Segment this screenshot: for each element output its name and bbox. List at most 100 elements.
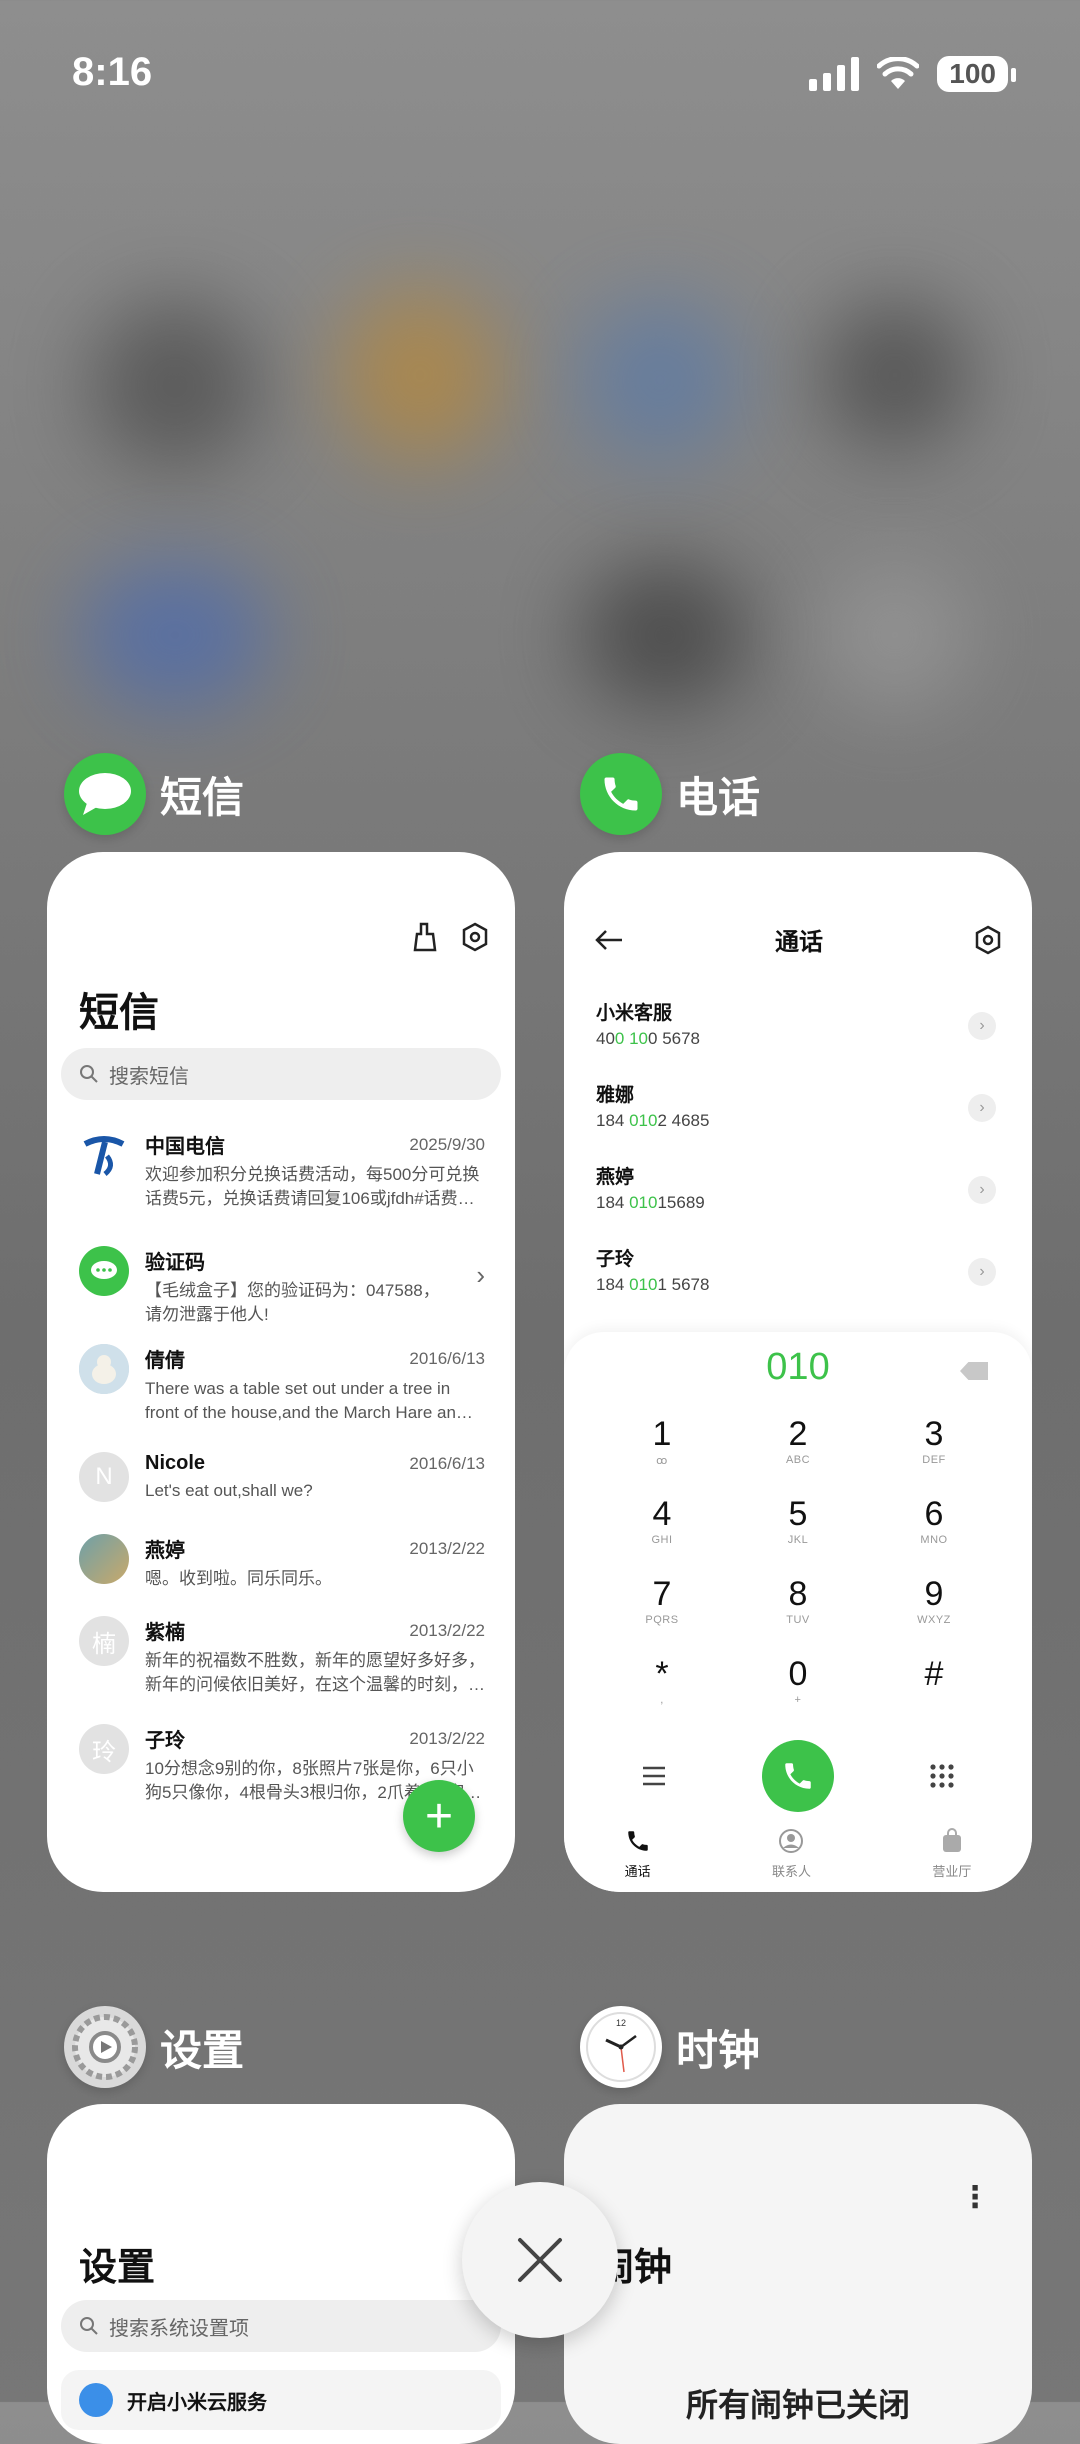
dial-key-star[interactable]: *, [594, 1654, 730, 1720]
chevron-right-icon[interactable]: › [968, 1094, 996, 1122]
dial-key-4[interactable]: 4 GHI [594, 1494, 730, 1560]
avatar [79, 1344, 129, 1394]
page-title: 短信 [79, 991, 159, 1035]
list-item[interactable]: 楠 紫楠 2013/2/22 新年的祝福数不胜数，新年的愿望好多好多，新年的问候依… [79, 1616, 485, 1697]
dial-key-1[interactable]: 1ꝏ [594, 1414, 730, 1480]
settings-gear-icon[interactable] [461, 922, 489, 952]
message-preview: 【毛绒盒子】您的验证码为：047588，请勿泄露于他人! [145, 1281, 440, 1324]
message-preview: 新年的祝福数不胜数，新年的愿望好多好多，新年的问候依旧美好，在这个温馨的时刻，… [145, 1651, 485, 1694]
contact-name: 燕婷 [596, 1167, 635, 1188]
status-time: 8:16 [72, 50, 153, 94]
chevron-right-icon[interactable]: › [968, 1176, 996, 1204]
search-input[interactable]: 搜索短信 [61, 1048, 501, 1100]
app-header-clock[interactable]: 12 时钟 [580, 2006, 760, 2088]
message-date: 2013/2/22 [409, 1728, 485, 1748]
bg-blur [580, 300, 740, 460]
contact-row[interactable]: 子玲 184 0101 5678 › [596, 1244, 996, 1295]
messages-card[interactable]: 短信 搜索短信 中国电信 2025/9/30 欢迎参加积分兑换话费活动，每500分… [47, 852, 515, 1892]
list-item[interactable]: 验证码 【毛绒盒子】您的验证码为：047588，请勿泄露于他人! › [79, 1246, 485, 1327]
alarm-status: 所有闹钟已关闭 [685, 2387, 910, 2423]
message-date: 2013/2/22 [409, 1620, 485, 1640]
dial-key-3[interactable]: 3 DEF [866, 1414, 1002, 1480]
messages-toolbar [411, 922, 489, 952]
tab-calls[interactable]: 通话 [625, 1828, 651, 1880]
call-button[interactable] [761, 1740, 834, 1812]
bottom-nav: 通话 联系人 营业厅 [564, 1828, 1032, 1880]
message-preview: There was a table set out under a tree i… [145, 1379, 473, 1422]
bg-blur [80, 560, 270, 710]
settings-item-label: 开启小米云服务 [127, 2391, 267, 2414]
settings-app-label: 设置 [160, 2026, 245, 2074]
compose-button[interactable]: + [403, 1780, 475, 1852]
status-bar: 8:16 100 [0, 0, 1080, 150]
clean-brush-icon[interactable] [411, 922, 439, 952]
bg-blur [580, 560, 750, 710]
settings-item[interactable]: 开启小米云服务 [61, 2370, 501, 2430]
more-options-icon[interactable]: ⋮ [960, 2180, 990, 2215]
search-icon [80, 1065, 98, 1083]
contact-number: 184 01015689 [596, 1193, 705, 1212]
dial-key-2[interactable]: 2 ABC [730, 1414, 866, 1480]
settings-card[interactable]: 设置 搜索系统设置项 开启小米云服务 [47, 2104, 515, 2444]
dial-key-hash[interactable]: # [866, 1654, 1002, 1720]
list-item[interactable]: N Nicole 2016/6/13 Let's eat out,shall we… [79, 1452, 485, 1503]
list-item[interactable]: 燕婷 2013/2/22 嗯。收到啦。同乐同乐。 [79, 1534, 485, 1591]
list-item[interactable]: 倩倩 2016/6/13 There was a table set out un… [79, 1344, 485, 1425]
search-icon [80, 2317, 98, 2335]
dial-key-6[interactable]: 6 MNO [866, 1494, 1002, 1560]
menu-icon[interactable] [641, 1765, 667, 1787]
phone-card[interactable]: 通话 小米客服 400 100 5678 › 雅娜 184 0102 4685 … [564, 852, 1032, 1892]
list-item[interactable]: 中国电信 2025/9/30 欢迎参加积分兑换话费活动，每500分可兑换话费5元，… [79, 1130, 485, 1211]
dial-key-5[interactable]: 5 JKL [730, 1494, 866, 1560]
dial-key-7[interactable]: 7 PQRS [594, 1574, 730, 1640]
avatar: N [79, 1452, 129, 1502]
keypad-grid-icon[interactable] [929, 1763, 955, 1789]
page-title: 设置 [79, 2247, 156, 2289]
app-header-phone[interactable]: 电话 [580, 753, 760, 835]
tab-contacts[interactable]: 联系人 [772, 1828, 811, 1880]
message-date: 2016/6/13 [409, 1453, 485, 1473]
phone-icon [785, 1763, 811, 1789]
contact-row[interactable]: 小米客服 400 100 5678 › [596, 998, 996, 1049]
message-date: 2013/2/22 [409, 1538, 485, 1558]
chevron-right-icon[interactable]: › [968, 1258, 996, 1286]
contact-name: 子玲 [596, 1249, 635, 1270]
chevron-right-icon[interactable]: › [968, 1012, 996, 1040]
settings-gear-icon[interactable] [974, 925, 1002, 955]
sender-name: Nicole [145, 1452, 206, 1474]
cloud-icon [79, 2383, 113, 2417]
dial-key-9[interactable]: 9 WXYZ [866, 1574, 1002, 1640]
chevron-right-icon: › [476, 1260, 485, 1290]
clock-card[interactable]: ⋮ 闹钟 所有闹钟已关闭 [564, 2104, 1032, 2444]
contact-row[interactable]: 雅娜 184 0102 4685 › [596, 1080, 996, 1131]
clear-all-button[interactable] [462, 2182, 618, 2338]
dial-input[interactable]: 010 [564, 1346, 1032, 1389]
message-preview: Let's eat out,shall we? [145, 1481, 313, 1500]
bg-blur [820, 560, 970, 710]
search-input[interactable]: 搜索系统设置项 [61, 2300, 501, 2352]
contact-number: 184 0101 5678 [596, 1275, 710, 1294]
contact-row[interactable]: 燕婷 184 01015689 › [596, 1162, 996, 1213]
tab-service-hall[interactable]: 营业厅 [932, 1828, 971, 1880]
sender-name: 燕婷 [145, 1540, 185, 1562]
sender-name: 子玲 [145, 1730, 185, 1752]
search-placeholder: 搜索系统设置项 [109, 2317, 249, 2340]
back-arrow-icon[interactable] [594, 928, 624, 952]
message-preview: 欢迎参加积分兑换话费活动，每500分可兑换话费5元，兑换话费请回复106或jfd… [145, 1165, 480, 1208]
china-telecom-logo-icon [79, 1130, 129, 1180]
wifi-icon [877, 57, 920, 89]
dial-key-0[interactable]: 0 + [730, 1654, 866, 1720]
contact-name: 雅娜 [596, 1085, 635, 1106]
sender-name: 中国电信 [145, 1136, 225, 1158]
phone-app-label: 电话 [676, 773, 761, 821]
svg-text:12: 12 [616, 2018, 626, 2028]
dial-key-8[interactable]: 8 TUV [730, 1574, 866, 1640]
contact-number: 400 100 5678 [596, 1029, 701, 1048]
avatar [79, 1534, 129, 1584]
app-header-settings[interactable]: 设置 [64, 2006, 244, 2088]
app-header-messages[interactable]: 短信 [64, 753, 244, 835]
bg-blur [340, 290, 500, 460]
shopping-bag-icon [942, 1828, 961, 1852]
settings-app-icon [64, 2006, 146, 2088]
phone-header: 通话 [594, 922, 1002, 957]
